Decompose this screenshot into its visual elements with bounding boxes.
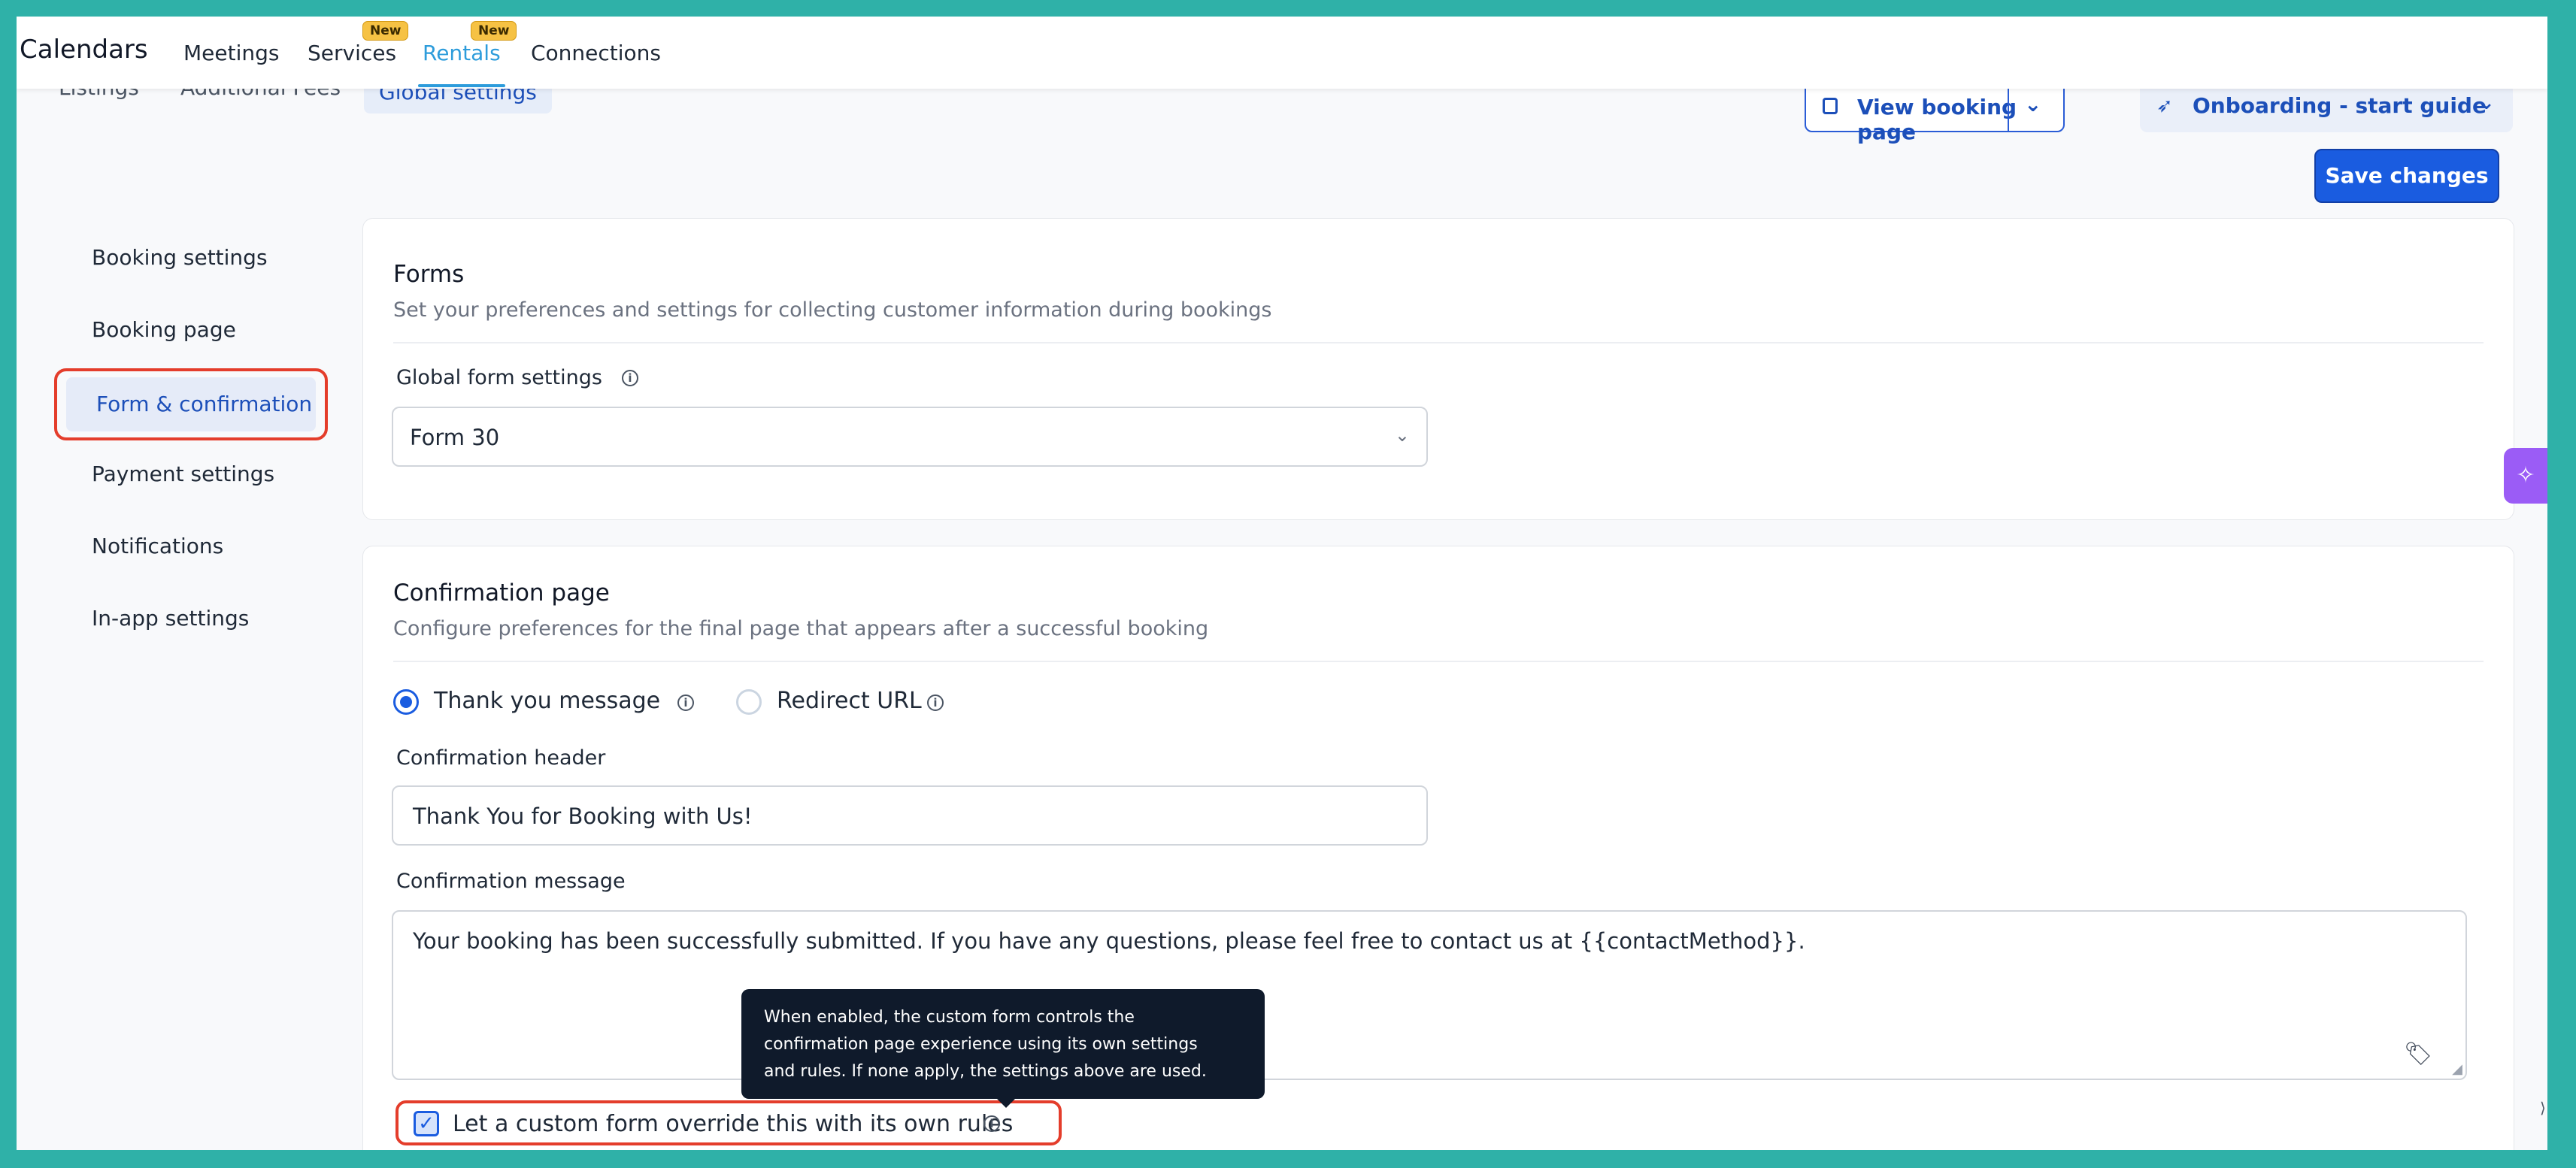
chevron-down-icon: ⌄ — [2478, 92, 2495, 114]
tooltip-line: and rules. If none apply, the settings a… — [764, 1062, 1207, 1081]
nav-meetings[interactable]: Meetings — [183, 41, 279, 65]
new-badge: New — [471, 21, 517, 41]
top-navigation: Calendars Meetings Services New Rentals … — [17, 17, 2547, 89]
divider — [393, 342, 2484, 343]
global-form-settings-label: Global form settings — [396, 366, 602, 389]
custom-form-override-option: ✓ Let a custom form override this with i… — [395, 1100, 1062, 1145]
chevron-down-icon[interactable]: ⌄ — [2024, 92, 2041, 116]
save-changes-button[interactable]: Save changes — [2314, 149, 2499, 203]
confirmation-header-label: Confirmation header — [396, 746, 606, 770]
sidebar-item-highlight: Form & confirmation — [54, 368, 328, 440]
nav-rentals[interactable]: Rentals — [418, 41, 505, 87]
app-window: Listings Additional Fees Global settings… — [17, 17, 2547, 1150]
info-icon[interactable]: i — [677, 694, 694, 711]
rocket-icon: ➶ — [2156, 95, 2173, 117]
confirmation-header-value: Thank You for Booking with Us! — [413, 803, 753, 829]
resize-handle[interactable]: ◢ — [2452, 1061, 2462, 1077]
sidebar-item-booking-page[interactable]: Booking page — [92, 317, 236, 342]
forms-card: Forms Set your preferences and settings … — [362, 218, 2514, 520]
page-icon — [1823, 98, 1838, 114]
nav-services[interactable]: Services — [308, 41, 396, 65]
tooltip-line: When enabled, the custom form controls t… — [764, 1008, 1135, 1027]
confirmation-card-subtitle: Configure preferences for the final page… — [393, 617, 1209, 640]
sidebar-item-in-app-settings[interactable]: In-app settings — [92, 606, 249, 631]
confirmation-header-input[interactable]: Thank You for Booking with Us! — [392, 785, 1428, 846]
divider — [393, 661, 2484, 662]
info-icon[interactable]: i — [622, 370, 638, 386]
override-tooltip: When enabled, the custom form controls t… — [741, 989, 1265, 1108]
tooltip-line: confirmation page experience using its o… — [764, 1035, 1198, 1054]
forms-card-subtitle: Set your preferences and settings for co… — [393, 298, 1272, 322]
selected-form-value: Form 30 — [410, 425, 500, 450]
forms-card-title: Forms — [393, 261, 465, 288]
sidebar-item-notifications[interactable]: Notifications — [92, 534, 223, 558]
radio-thank-you-message[interactable] — [393, 689, 419, 715]
tag-icon[interactable]: 🏷 — [2404, 1041, 2432, 1067]
check-icon[interactable]: ✓ — [414, 1111, 439, 1136]
confirmation-message-value: Your booking has been successfully submi… — [413, 928, 1805, 954]
confirmation-card-title: Confirmation page — [393, 579, 610, 607]
sparkle-icon[interactable]: ✧ — [2504, 448, 2547, 504]
sidebar-item-booking-settings[interactable]: Booking settings — [92, 245, 268, 270]
onboarding-guide-label: Onboarding - start guide — [2193, 93, 2487, 118]
info-icon[interactable]: i — [983, 1115, 1000, 1132]
sidebar-item-payment-settings[interactable]: Payment settings — [92, 461, 274, 486]
chevron-down-icon: ⌄ — [1394, 425, 1410, 446]
info-icon[interactable]: i — [927, 694, 944, 711]
thank-you-message-label: Thank you message — [434, 688, 661, 714]
sidebar-item-form-confirmation[interactable]: Form & confirmation — [66, 377, 316, 431]
custom-form-override-label: Let a custom form override this with its… — [453, 1111, 1014, 1137]
app-title: Calendars — [20, 35, 148, 65]
scroll-edge-icon: ⟩ — [2540, 1099, 2546, 1117]
confirmation-message-textarea[interactable]: Your booking has been successfully submi… — [392, 910, 2467, 1080]
new-badge: New — [362, 21, 409, 41]
confirmation-card: Confirmation page Configure preferences … — [362, 546, 2514, 1150]
confirmation-message-label: Confirmation message — [396, 870, 626, 893]
nav-connections[interactable]: Connections — [531, 41, 661, 65]
redirect-url-label: Redirect URL — [777, 688, 922, 714]
radio-redirect-url[interactable] — [736, 689, 762, 715]
global-form-select[interactable]: Form 30 ⌄ — [392, 407, 1428, 467]
